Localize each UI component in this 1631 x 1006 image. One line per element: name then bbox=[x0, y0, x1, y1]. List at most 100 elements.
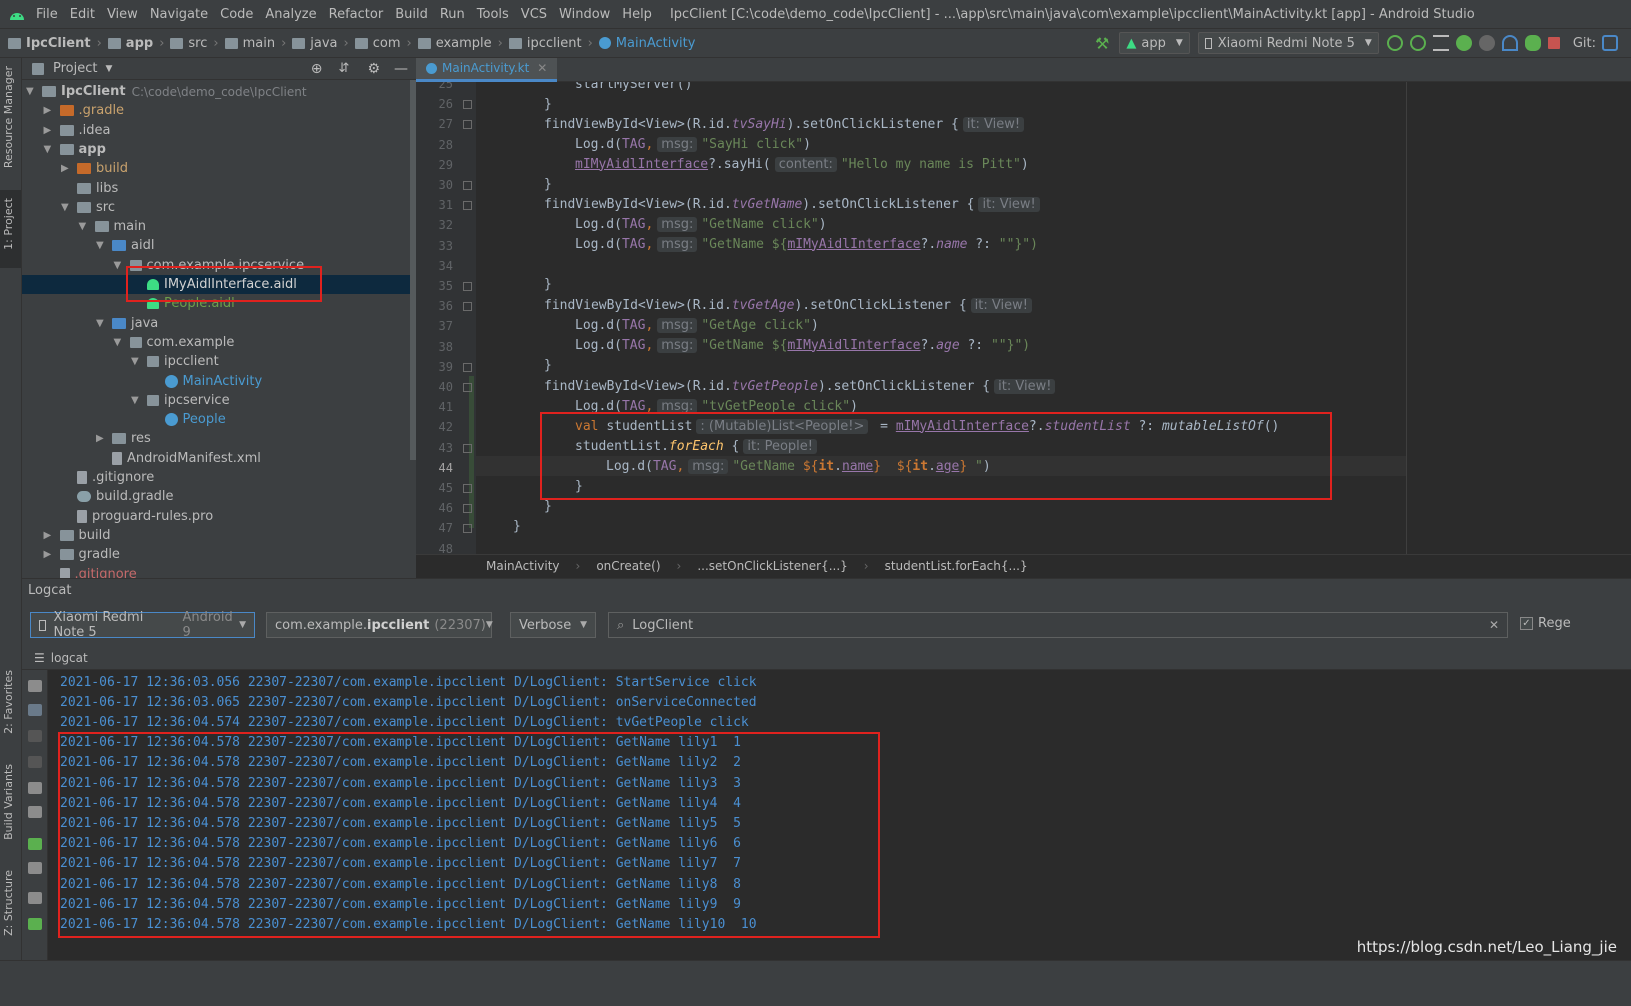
soft-wrap-icon[interactable] bbox=[28, 782, 42, 794]
fold-marker-icon[interactable] bbox=[463, 484, 472, 493]
tree-node[interactable]: build.gradle bbox=[61, 487, 174, 506]
checkbox-icon[interactable]: ✓ bbox=[1520, 617, 1533, 630]
expanded-arrow-icon[interactable]: ▼ bbox=[26, 86, 38, 97]
trash-icon[interactable] bbox=[28, 680, 42, 692]
clear-icon[interactable]: ✕ bbox=[1489, 618, 1499, 632]
expanded-arrow-icon[interactable]: ▼ bbox=[114, 337, 126, 348]
log-search-field[interactable]: ⌕ LogClient ✕ bbox=[608, 612, 1508, 638]
video-icon[interactable] bbox=[28, 918, 42, 930]
fold-marker-icon[interactable] bbox=[463, 100, 472, 110]
tree-node[interactable]: ▶ res bbox=[96, 429, 151, 448]
collapsed-arrow-icon[interactable]: ▶ bbox=[61, 163, 73, 174]
tree-node[interactable]: ▼ app bbox=[44, 140, 106, 159]
collapsed-arrow-icon[interactable]: ▶ bbox=[44, 105, 56, 116]
tree-node[interactable]: AndroidManifest.xml bbox=[96, 449, 261, 468]
expanded-arrow-icon[interactable]: ▼ bbox=[61, 202, 73, 213]
locate-icon[interactable]: ⊕ bbox=[311, 61, 323, 77]
tree-node[interactable]: People bbox=[149, 410, 226, 429]
collapse-all-icon[interactable]: ⇵ bbox=[339, 61, 350, 76]
tree-node[interactable]: .gitignore bbox=[44, 565, 137, 578]
log-line[interactable]: 2021-06-17 12:36:04.578 22307-22307/com.… bbox=[60, 773, 741, 793]
expanded-arrow-icon[interactable]: ▼ bbox=[114, 260, 126, 271]
collapsed-arrow-icon[interactable]: ▶ bbox=[44, 530, 56, 541]
code-breadcrumb-item[interactable]: MainActivity bbox=[486, 559, 560, 573]
log-level-select[interactable]: Verbose ▼ bbox=[510, 612, 596, 638]
menu-navigate[interactable]: Navigate bbox=[150, 7, 208, 22]
make-hammer-icon[interactable]: ⚒ bbox=[1095, 34, 1109, 53]
debug-icon[interactable] bbox=[1455, 35, 1472, 51]
down-icon[interactable] bbox=[28, 756, 42, 768]
resource-manager-tab[interactable]: Resource Manager bbox=[2, 66, 15, 168]
breadcrumb-item[interactable]: ipcclient › bbox=[508, 36, 593, 51]
menu-vcs[interactable]: VCS bbox=[521, 7, 547, 22]
restart-icon[interactable] bbox=[28, 838, 42, 850]
menu-run[interactable]: Run bbox=[440, 7, 465, 22]
tree-node[interactable]: ▼ IpcClient C:\code\demo_code\IpcClient bbox=[26, 82, 307, 101]
tree-node[interactable]: ▶ build bbox=[44, 526, 111, 545]
fold-marker-icon[interactable] bbox=[463, 282, 472, 291]
breadcrumb-item[interactable]: com › bbox=[354, 36, 412, 51]
device-select[interactable]: Xiaomi Redmi Note 5 Android 9 ▼ bbox=[30, 610, 255, 640]
tree-node[interactable]: proguard-rules.pro bbox=[61, 507, 213, 526]
log-line[interactable]: 2021-06-17 12:36:04.578 22307-22307/com.… bbox=[60, 753, 741, 773]
favorites-tab[interactable]: 2: Favorites bbox=[2, 670, 15, 734]
close-icon[interactable]: ✕ bbox=[537, 61, 547, 75]
tree-node[interactable]: ▶ .idea bbox=[44, 121, 111, 140]
project-view-select[interactable]: Project bbox=[53, 61, 97, 76]
gear-icon[interactable] bbox=[28, 862, 42, 874]
tree-node[interactable]: ▼ java bbox=[96, 314, 158, 333]
breadcrumb-item[interactable]: src › bbox=[170, 36, 219, 51]
breadcrumb-item[interactable]: IpcClient › bbox=[8, 36, 102, 51]
menu-view[interactable]: View bbox=[107, 7, 138, 22]
log-line[interactable]: 2021-06-17 12:36:03.065 22307-22307/com.… bbox=[60, 692, 757, 712]
tree-node[interactable]: ▼ aidl bbox=[96, 236, 154, 255]
list-icon[interactable] bbox=[1432, 35, 1449, 51]
tree-node[interactable]: ▼ com.example bbox=[114, 333, 235, 352]
log-line[interactable]: 2021-06-17 12:36:04.578 22307-22307/com.… bbox=[60, 813, 741, 833]
print-icon[interactable] bbox=[28, 806, 42, 818]
vcs-update-icon[interactable] bbox=[1602, 35, 1618, 51]
menu-analyze[interactable]: Analyze bbox=[265, 7, 316, 22]
camera-icon[interactable] bbox=[28, 892, 42, 904]
menu-code[interactable]: Code bbox=[220, 7, 253, 22]
tree-node[interactable]: ▼ main bbox=[79, 217, 146, 236]
fold-marker-icon[interactable] bbox=[463, 120, 472, 130]
log-line[interactable]: 2021-06-17 12:36:04.578 22307-22307/com.… bbox=[60, 834, 741, 854]
profile-icon[interactable] bbox=[1478, 35, 1495, 51]
collapsed-arrow-icon[interactable]: ▶ bbox=[44, 549, 56, 560]
regex-option[interactable]: ✓ Rege bbox=[1520, 616, 1571, 631]
collapsed-arrow-icon[interactable]: ▶ bbox=[44, 125, 56, 136]
project-tab[interactable]: 1: Project bbox=[2, 198, 15, 250]
gear-icon[interactable]: ⚙ bbox=[367, 61, 380, 77]
log-search-input[interactable]: LogClient bbox=[632, 618, 693, 633]
menu-refactor[interactable]: Refactor bbox=[329, 7, 384, 22]
expanded-arrow-icon[interactable]: ▼ bbox=[44, 144, 56, 155]
tree-node[interactable]: ▼ ipcservice bbox=[131, 391, 230, 410]
fold-marker-icon[interactable] bbox=[463, 181, 472, 190]
tree-node[interactable]: ▶ build bbox=[61, 159, 128, 178]
hide-icon[interactable]: — bbox=[394, 61, 408, 77]
tree-node[interactable]: libs bbox=[61, 179, 118, 198]
fold-marker-icon[interactable] bbox=[463, 383, 472, 392]
expanded-arrow-icon[interactable]: ▼ bbox=[79, 221, 91, 232]
menu-build[interactable]: Build bbox=[395, 7, 428, 22]
collapsed-arrow-icon[interactable]: ▶ bbox=[96, 433, 108, 444]
fold-marker-icon[interactable] bbox=[463, 443, 472, 453]
log-line[interactable]: 2021-06-17 12:36:04.578 22307-22307/com.… bbox=[60, 914, 757, 934]
structure-tab[interactable]: Z: Structure bbox=[2, 870, 15, 936]
attach-debugger-icon[interactable] bbox=[1524, 35, 1541, 51]
breadcrumb-item[interactable]: main › bbox=[224, 36, 286, 51]
expanded-arrow-icon[interactable]: ▼ bbox=[131, 395, 143, 406]
code-breadcrumb-item[interactable]: ...setOnClickListener{...} bbox=[697, 559, 847, 573]
apply-changes-icon[interactable] bbox=[1386, 35, 1403, 51]
stop-icon[interactable] bbox=[1547, 37, 1560, 49]
tree-node[interactable]: ▶ gradle bbox=[44, 545, 120, 564]
expanded-arrow-icon[interactable]: ▼ bbox=[96, 240, 108, 251]
code-editor[interactable]: startMyServer() } findViewById<View>(R.i… bbox=[476, 82, 1631, 554]
tree-node[interactable]: MainActivity bbox=[149, 372, 262, 391]
menu-file[interactable]: File bbox=[36, 7, 58, 22]
log-line[interactable]: 2021-06-17 12:36:04.578 22307-22307/com.… bbox=[60, 874, 741, 894]
log-line[interactable]: 2021-06-17 12:36:04.578 22307-22307/com.… bbox=[60, 854, 741, 874]
fold-marker-icon[interactable] bbox=[463, 302, 472, 312]
code-breadcrumb-item[interactable]: studentList.forEach{...} bbox=[885, 559, 1028, 573]
